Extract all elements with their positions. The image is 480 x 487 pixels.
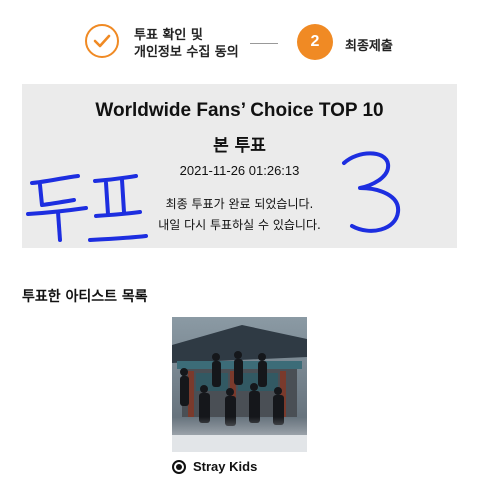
step1-label-line1: 투표 확인 및 (134, 28, 203, 43)
step-progress: 투표 확인 및 개인정보 수집 동의 2 최종제출 (0, 0, 480, 82)
vote-result-panel: Worldwide Fans’ Choice TOP 10 본 투표 2021-… (22, 84, 457, 248)
artist-name: Stray Kids (193, 459, 258, 474)
step1-check-icon (85, 24, 119, 58)
result-message-line1: 최종 투표가 완료 되었습니다. (165, 197, 314, 211)
step1-label: 투표 확인 및 개인정보 수집 동의 (134, 27, 254, 61)
radio-selected-icon[interactable] (172, 460, 186, 474)
step2-number-badge: 2 (297, 24, 333, 60)
artist-photo (172, 317, 307, 452)
result-subtitle: 본 투표 (213, 136, 266, 156)
result-message-line2: 내일 다시 투표하실 수 있습니다. (158, 218, 321, 232)
result-timestamp: 2021-11-26 01:26:13 (179, 163, 300, 178)
step-divider (250, 43, 278, 44)
step1-label-line2: 개인정보 수집 동의 (134, 45, 239, 60)
result-title: Worldwide Fans’ Choice TOP 10 (95, 100, 384, 121)
voted-artist-list-heading: 투표한 아티스트 목록 (22, 289, 148, 305)
step2-label: 최종제출 (345, 39, 393, 54)
